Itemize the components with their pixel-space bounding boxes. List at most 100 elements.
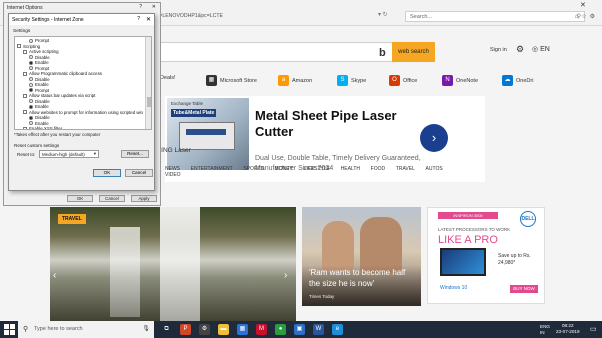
amazon-icon: a xyxy=(278,75,289,86)
radio-button-icon[interactable] xyxy=(29,66,33,71)
setting-radio-option[interactable]: Enable xyxy=(29,104,49,109)
address-bar[interactable]: ayload=LENOVODHP1&pc=LCTE xyxy=(140,11,400,22)
quicklink-onenote[interactable]: N OneNote xyxy=(442,75,478,86)
quicklink-label: OneNote xyxy=(456,77,479,84)
dell-ad-tag: INSPIRON 3000 xyxy=(438,212,498,219)
setting-radio-option[interactable]: Enable xyxy=(29,121,49,126)
carousel-prev-icon[interactable]: ‹ xyxy=(53,270,56,281)
quicklink-skype[interactable]: S Skype xyxy=(337,75,366,86)
settings-scrollbar[interactable] xyxy=(145,37,151,129)
setting-group[interactable]: Allow Programmatic clipboard access xyxy=(23,71,102,76)
setting-radio-option[interactable]: Disable xyxy=(29,55,50,60)
input-language[interactable]: ENG IN xyxy=(540,324,550,336)
internet-options-apply-button[interactable]: Apply xyxy=(131,195,157,202)
ad-arrow-button[interactable]: › xyxy=(420,124,448,152)
quicklink-deals[interactable]: Deals! xyxy=(160,75,176,81)
nav-lifestyle[interactable]: LIFESTYLE xyxy=(304,166,330,172)
powerpoint-icon[interactable]: P xyxy=(180,324,191,335)
radio-button-icon[interactable] xyxy=(29,55,33,60)
setting-radio-option[interactable]: Prompt xyxy=(29,38,49,43)
reset-level-select[interactable]: Medium-high (default) ▾ xyxy=(39,150,99,158)
carousel-next-icon[interactable]: › xyxy=(284,270,287,281)
setting-group[interactable]: Scripting xyxy=(17,44,40,49)
task-view-icon[interactable]: ⧉ xyxy=(161,324,172,335)
buy-now-button[interactable]: BUY NOW xyxy=(510,285,538,293)
nav-video[interactable]: VIDEO xyxy=(165,172,181,178)
nav-entertainment[interactable]: ENTERTAINMENT xyxy=(191,166,233,172)
setting-radio-option[interactable]: Enable xyxy=(29,82,49,87)
radio-button-icon[interactable] xyxy=(29,115,33,120)
chrome-icon[interactable]: ● xyxy=(275,324,286,335)
browser-search-box[interactable]: Search... ⚲ xyxy=(405,11,585,22)
radio-button-icon[interactable] xyxy=(29,104,33,109)
setting-radio-option[interactable]: Prompt xyxy=(29,88,49,93)
setting-label: Disable xyxy=(35,115,50,120)
quicklink-amazon[interactable]: a Amazon xyxy=(278,75,312,86)
setting-group[interactable]: Active scripting xyxy=(23,49,59,54)
close-window-icon[interactable]: ✕ xyxy=(580,1,586,9)
browser-tool-icons[interactable]: ⌂☆⚙ xyxy=(575,13,598,20)
news-headline[interactable]: 'Ram wants to become half the size he is… xyxy=(309,267,417,289)
signin-link[interactable]: Sign in xyxy=(490,47,507,53)
ie-icon[interactable]: e xyxy=(332,324,343,335)
close-icon[interactable]: ✕ xyxy=(146,16,151,23)
scrollbar-thumb[interactable] xyxy=(147,97,151,107)
setting-radio-option[interactable]: Disable xyxy=(29,77,50,82)
setting-label: Prompt xyxy=(35,65,50,71)
browser-search-placeholder: Search... xyxy=(410,14,433,20)
internet-options-ok-button[interactable]: OK xyxy=(67,195,93,202)
search-icon: ⚲ xyxy=(23,326,29,333)
quicklink-microsoft-store[interactable]: ▦ Microsoft Store xyxy=(206,75,257,86)
setting-radio-option[interactable]: Enable xyxy=(29,60,49,65)
radio-button-icon[interactable] xyxy=(29,99,33,104)
radio-button-icon[interactable] xyxy=(29,60,33,65)
dell-logo-icon: DELL xyxy=(520,211,536,227)
word-icon[interactable]: W xyxy=(313,324,324,335)
nav-sports[interactable]: SPORTS xyxy=(243,166,263,172)
nav-health[interactable]: HEALTH xyxy=(341,166,360,172)
radio-button-icon[interactable] xyxy=(29,77,33,82)
nav-food[interactable]: FOOD xyxy=(371,166,385,172)
file-explorer-icon[interactable]: ▬ xyxy=(218,324,229,335)
radio-button-icon[interactable] xyxy=(29,38,33,43)
internet-options-cancel-button[interactable]: Cancel xyxy=(99,195,125,202)
radio-button-icon[interactable] xyxy=(29,88,33,93)
taskbar-clock[interactable]: 08:22 23-07-2019 xyxy=(556,323,580,335)
language-selector[interactable]: ◎ EN xyxy=(532,45,550,53)
windows-start-icon[interactable] xyxy=(4,324,15,335)
nav-autos[interactable]: AUTOS xyxy=(426,166,443,172)
store-icon[interactable]: ▦ xyxy=(237,324,248,335)
quicklink-onedrive[interactable]: ☁ OneDri xyxy=(502,75,533,86)
nav-money[interactable]: MONEY xyxy=(275,166,293,172)
web-search-button[interactable]: web search xyxy=(392,42,435,62)
close-icon[interactable]: ✕ xyxy=(152,4,156,10)
ok-button[interactable]: OK xyxy=(93,169,121,177)
setting-group[interactable]: Allow websites to prompt for information… xyxy=(23,110,143,115)
setting-radio-option[interactable]: Prompt xyxy=(29,66,49,71)
travel-waterfall-card[interactable] xyxy=(50,207,296,325)
taskbar-search-box[interactable]: ⚲ Type here to search 🎙 xyxy=(18,321,154,338)
microphone-icon[interactable]: 🎙 xyxy=(142,325,150,332)
internet-options-title: Internet Options xyxy=(7,5,43,11)
help-icon[interactable]: ? xyxy=(137,16,140,22)
setting-radio-option[interactable]: Disable xyxy=(29,115,50,120)
photos-icon[interactable]: ▣ xyxy=(294,324,305,335)
radio-button-icon[interactable] xyxy=(29,121,33,126)
setting-group[interactable]: Allow status bar updates via script xyxy=(23,93,95,98)
setting-group[interactable]: Enable XSS filter xyxy=(23,126,62,129)
settings-list[interactable]: Prompt Scripting Active scripting Disable En… xyxy=(14,36,152,130)
ad-image-title: Tube&Metal Plate xyxy=(171,109,217,117)
mcafee-icon[interactable]: M xyxy=(256,324,267,335)
notifications-icon[interactable]: ▭ xyxy=(590,325,597,333)
settings-icon[interactable]: ⚙ xyxy=(199,324,210,335)
reset-button[interactable]: Reset... xyxy=(121,150,149,158)
quicklink-office[interactable]: O Office xyxy=(389,75,417,86)
radio-button-icon[interactable] xyxy=(29,82,33,87)
settings-gear-icon[interactable]: ⚙ xyxy=(516,44,524,55)
dell-ad[interactable]: INSPIRON 3000 DELL LATEST PROCESSORS TO … xyxy=(427,207,545,304)
nav-travel[interactable]: TRAVEL xyxy=(396,166,415,172)
setting-radio-option[interactable]: Disable xyxy=(29,99,50,104)
help-icon[interactable]: ? xyxy=(139,4,142,10)
cancel-button[interactable]: Cancel xyxy=(125,169,153,177)
refresh-icon[interactable]: ▾ ↻ xyxy=(378,11,388,18)
